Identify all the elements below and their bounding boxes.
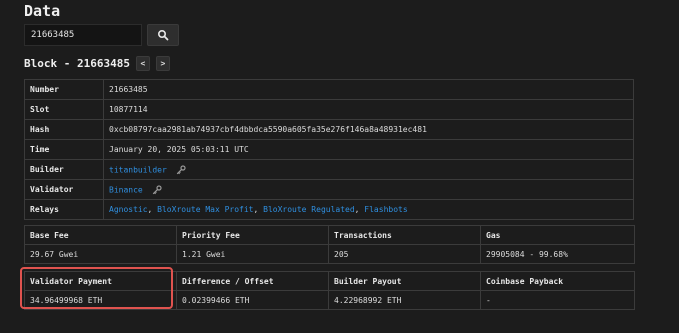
base-fee-value: 29.67 Gwei [24,244,177,264]
block-stats-table: Base Fee Priority Fee Transactions Gas 2… [24,225,635,264]
table-header-row: Base Fee Priority Fee Transactions Gas [24,225,635,245]
table-row: Relays Agnostic, BloXroute Max Profit, B… [24,199,634,220]
relay-link-bloxroute-regulated[interactable]: BloXroute Regulated [263,205,355,214]
builder-cell: titanbuilder [103,159,634,180]
gas-header: Gas [480,225,635,245]
difference-offset-header: Difference / Offset [176,271,329,291]
relay-separator: , [354,205,365,214]
block-heading: Block - 21663485 < > [24,56,170,71]
relay-separator: , [147,205,158,214]
relays-label: Relays [24,199,104,220]
block-heading-text: Block - 21663485 [24,57,130,70]
priority-fee-value: 1.21 Gwei [176,244,329,264]
difference-offset-value: 0.02399466 ETH [176,290,329,310]
relays-cell: Agnostic, BloXroute Max Profit, BloXrout… [103,199,634,220]
block-details-table: Number 21663485 Slot 10877114 Hash 0xcb0… [24,79,634,220]
table-row: Builder titanbuilder [24,159,634,180]
relay-link-flashbots[interactable]: Flashbots [364,205,407,214]
builder-label: Builder [24,159,104,180]
slot-value: 10877114 [103,99,634,120]
relay-link-agnostic[interactable]: Agnostic [109,205,148,214]
search-button[interactable] [147,24,179,46]
gas-value: 29905084 - 99.68% [480,244,635,264]
transactions-value: 205 [328,244,481,264]
table-row: Validator Binance [24,179,634,200]
relay-separator: , [253,205,264,214]
search-icon [157,29,169,41]
block-explorer-page: Data Block - 21663485 < > Number 2166348… [0,0,679,333]
builder-payout-value: 4.22968992 ETH [328,290,481,310]
table-row: Number 21663485 [24,79,634,100]
number-value: 21663485 [103,79,634,100]
slot-label: Slot [24,99,104,120]
validator-link[interactable]: Binance [109,185,143,194]
next-block-button[interactable]: > [155,56,170,71]
validator-cell: Binance [103,179,634,200]
table-row: Time January 20, 2025 05:03:11 UTC [24,139,634,160]
key-icon[interactable] [152,184,162,195]
search-input[interactable] [24,24,142,46]
hash-label: Hash [24,119,104,140]
table-row: Slot 10877114 [24,99,634,120]
prev-block-button[interactable]: < [135,56,150,71]
table-row: Hash 0xcb08797caa2981ab74937cbf4dbbdca55… [24,119,634,140]
hash-value: 0xcb08797caa2981ab74937cbf4dbbdca5590a60… [103,119,634,140]
relay-link-bloxroute-max-profit[interactable]: BloXroute Max Profit [157,205,253,214]
validator-label: Validator [24,179,104,200]
priority-fee-header: Priority Fee [176,225,329,245]
coinbase-payback-value: - [480,290,635,310]
coinbase-payback-header: Coinbase Payback [480,271,635,291]
key-icon[interactable] [176,164,186,175]
number-label: Number [24,79,104,100]
transactions-header: Transactions [328,225,481,245]
validator-payment-highlight [20,267,173,309]
page-title: Data [24,2,61,20]
base-fee-header: Base Fee [24,225,177,245]
time-label: Time [24,139,104,160]
builder-payout-header: Builder Payout [328,271,481,291]
time-value: January 20, 2025 05:03:11 UTC [103,139,634,160]
builder-link[interactable]: titanbuilder [109,165,167,174]
table-row: 29.67 Gwei 1.21 Gwei 205 29905084 - 99.6… [24,244,635,264]
